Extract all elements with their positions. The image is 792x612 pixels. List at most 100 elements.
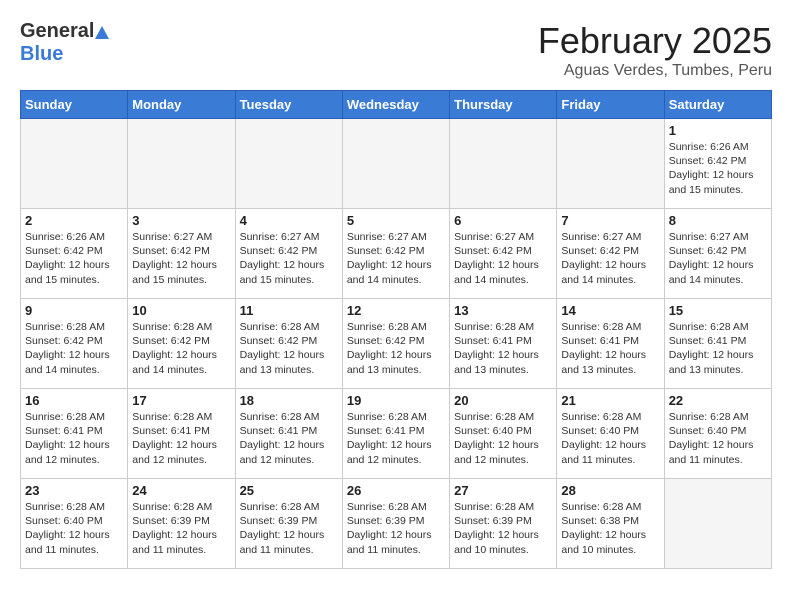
day-number: 17 [132,393,230,408]
location-title: Aguas Verdes, Tumbes, Peru [538,62,772,80]
day-info: Sunrise: 6:28 AM Sunset: 6:42 PM Dayligh… [347,320,445,377]
calendar-cell [450,119,557,209]
day-number: 5 [347,213,445,228]
day-info: Sunrise: 6:27 AM Sunset: 6:42 PM Dayligh… [561,230,659,287]
day-info: Sunrise: 6:28 AM Sunset: 6:39 PM Dayligh… [454,500,552,557]
day-number: 27 [454,483,552,498]
day-number: 20 [454,393,552,408]
day-number: 2 [25,213,123,228]
calendar-cell: 10 Sunrise: 6:28 AM Sunset: 6:42 PM Dayli… [128,299,235,389]
weekday-header: Friday [557,91,664,119]
calendar-cell: 28 Sunrise: 6:28 AM Sunset: 6:38 PM Dayli… [557,479,664,569]
calendar-cell: 24 Sunrise: 6:28 AM Sunset: 6:39 PM Dayli… [128,479,235,569]
day-number: 6 [454,213,552,228]
logo-general: General [20,20,94,43]
day-info: Sunrise: 6:28 AM Sunset: 6:41 PM Dayligh… [25,410,123,467]
day-number: 23 [25,483,123,498]
calendar-week-row: 1Sunrise: 6:26 AM Sunset: 6:42 PM Daylig… [21,119,772,209]
day-number: 9 [25,303,123,318]
day-info: Sunrise: 6:28 AM Sunset: 6:41 PM Dayligh… [561,320,659,377]
calendar-cell [21,119,128,209]
day-number: 11 [240,303,338,318]
logo-triangle-icon [95,26,109,39]
calendar-cell [342,119,449,209]
day-info: Sunrise: 6:27 AM Sunset: 6:42 PM Dayligh… [347,230,445,287]
calendar-cell [557,119,664,209]
calendar-cell: 17 Sunrise: 6:28 AM Sunset: 6:41 PM Dayli… [128,389,235,479]
day-info: Sunrise: 6:27 AM Sunset: 6:42 PM Dayligh… [454,230,552,287]
calendar: SundayMondayTuesdayWednesdayThursdayFrid… [20,90,772,569]
weekday-header: Saturday [664,91,771,119]
day-info: Sunrise: 6:28 AM Sunset: 6:41 PM Dayligh… [240,410,338,467]
header: General Blue February 2025 Aguas Verdes,… [20,20,772,80]
weekday-header-row: SundayMondayTuesdayWednesdayThursdayFrid… [21,91,772,119]
day-info: Sunrise: 6:28 AM Sunset: 6:41 PM Dayligh… [347,410,445,467]
day-info: Sunrise: 6:28 AM Sunset: 6:41 PM Dayligh… [132,410,230,467]
day-info: Sunrise: 6:28 AM Sunset: 6:40 PM Dayligh… [454,410,552,467]
day-number: 25 [240,483,338,498]
calendar-cell: 11 Sunrise: 6:28 AM Sunset: 6:42 PM Dayli… [235,299,342,389]
weekday-header: Thursday [450,91,557,119]
day-number: 28 [561,483,659,498]
calendar-cell: 6 Sunrise: 6:27 AM Sunset: 6:42 PM Daylig… [450,209,557,299]
day-number: 13 [454,303,552,318]
day-info: Sunrise: 6:27 AM Sunset: 6:42 PM Dayligh… [132,230,230,287]
day-number: 19 [347,393,445,408]
calendar-cell: 13 Sunrise: 6:28 AM Sunset: 6:41 PM Dayli… [450,299,557,389]
calendar-cell [664,479,771,569]
calendar-cell: 25 Sunrise: 6:28 AM Sunset: 6:39 PM Dayli… [235,479,342,569]
calendar-cell: 21 Sunrise: 6:28 AM Sunset: 6:40 PM Dayli… [557,389,664,479]
day-info: Sunrise: 6:28 AM Sunset: 6:42 PM Dayligh… [25,320,123,377]
calendar-cell: 5 Sunrise: 6:27 AM Sunset: 6:42 PM Daylig… [342,209,449,299]
weekday-header: Sunday [21,91,128,119]
calendar-cell: 19 Sunrise: 6:28 AM Sunset: 6:41 PM Dayli… [342,389,449,479]
day-info: Sunrise: 6:26 AM Sunset: 6:42 PM Dayligh… [25,230,123,287]
day-number: 24 [132,483,230,498]
calendar-cell: 1Sunrise: 6:26 AM Sunset: 6:42 PM Daylig… [664,119,771,209]
calendar-cell: 18 Sunrise: 6:28 AM Sunset: 6:41 PM Dayli… [235,389,342,479]
day-info: Sunrise: 6:27 AM Sunset: 6:42 PM Dayligh… [669,230,767,287]
calendar-cell [235,119,342,209]
calendar-cell: 7Sunrise: 6:27 AM Sunset: 6:42 PM Daylig… [557,209,664,299]
day-number: 12 [347,303,445,318]
day-number: 15 [669,303,767,318]
day-info: Sunrise: 6:28 AM Sunset: 6:38 PM Dayligh… [561,500,659,557]
calendar-cell: 9 Sunrise: 6:28 AM Sunset: 6:42 PM Daylig… [21,299,128,389]
calendar-cell: 8 Sunrise: 6:27 AM Sunset: 6:42 PM Daylig… [664,209,771,299]
calendar-week-row: 23 Sunrise: 6:28 AM Sunset: 6:40 PM Dayli… [21,479,772,569]
calendar-cell: 3Sunrise: 6:27 AM Sunset: 6:42 PM Daylig… [128,209,235,299]
calendar-week-row: 9 Sunrise: 6:28 AM Sunset: 6:42 PM Daylig… [21,299,772,389]
calendar-cell: 23 Sunrise: 6:28 AM Sunset: 6:40 PM Dayli… [21,479,128,569]
day-info: Sunrise: 6:28 AM Sunset: 6:42 PM Dayligh… [132,320,230,377]
day-info: Sunrise: 6:28 AM Sunset: 6:39 PM Dayligh… [240,500,338,557]
day-number: 26 [347,483,445,498]
month-title: February 2025 [538,20,772,62]
title-area: February 2025 Aguas Verdes, Tumbes, Peru [538,20,772,80]
day-number: 18 [240,393,338,408]
logo-blue: Blue [20,43,63,66]
day-number: 14 [561,303,659,318]
day-number: 21 [561,393,659,408]
day-info: Sunrise: 6:27 AM Sunset: 6:42 PM Dayligh… [240,230,338,287]
calendar-cell: 16 Sunrise: 6:28 AM Sunset: 6:41 PM Dayli… [21,389,128,479]
day-number: 10 [132,303,230,318]
day-number: 8 [669,213,767,228]
calendar-cell: 22Sunrise: 6:28 AM Sunset: 6:40 PM Dayli… [664,389,771,479]
day-info: Sunrise: 6:28 AM Sunset: 6:41 PM Dayligh… [669,320,767,377]
day-info: Sunrise: 6:28 AM Sunset: 6:40 PM Dayligh… [669,410,767,467]
day-info: Sunrise: 6:28 AM Sunset: 6:40 PM Dayligh… [25,500,123,557]
calendar-cell: 2 Sunrise: 6:26 AM Sunset: 6:42 PM Daylig… [21,209,128,299]
day-info: Sunrise: 6:28 AM Sunset: 6:40 PM Dayligh… [561,410,659,467]
calendar-week-row: 2 Sunrise: 6:26 AM Sunset: 6:42 PM Daylig… [21,209,772,299]
day-number: 16 [25,393,123,408]
day-info: Sunrise: 6:28 AM Sunset: 6:39 PM Dayligh… [132,500,230,557]
day-info: Sunrise: 6:28 AM Sunset: 6:41 PM Dayligh… [454,320,552,377]
day-info: Sunrise: 6:28 AM Sunset: 6:42 PM Dayligh… [240,320,338,377]
calendar-cell: 14 Sunrise: 6:28 AM Sunset: 6:41 PM Dayli… [557,299,664,389]
weekday-header: Tuesday [235,91,342,119]
logo: General Blue [20,20,109,66]
calendar-cell: 26 Sunrise: 6:28 AM Sunset: 6:39 PM Dayli… [342,479,449,569]
day-info: Sunrise: 6:26 AM Sunset: 6:42 PM Dayligh… [669,140,767,197]
day-info: Sunrise: 6:28 AM Sunset: 6:39 PM Dayligh… [347,500,445,557]
calendar-week-row: 16 Sunrise: 6:28 AM Sunset: 6:41 PM Dayli… [21,389,772,479]
